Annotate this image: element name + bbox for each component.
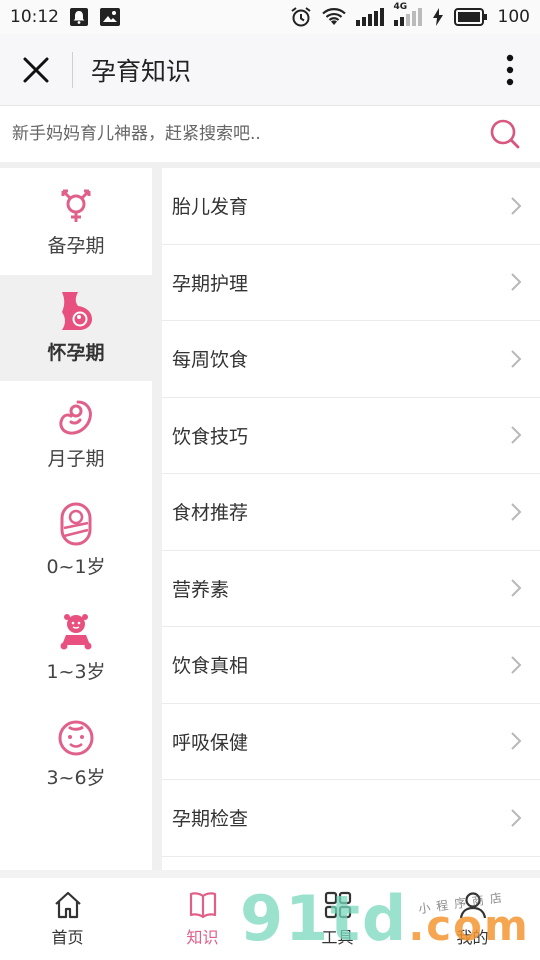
- user-icon: [459, 892, 486, 919]
- gender-icon: [61, 189, 91, 222]
- list-item-label: 每周饮食: [172, 349, 249, 372]
- swaddled-baby-icon: [60, 502, 92, 546]
- sidebar-item-label: 3~6岁: [46, 767, 106, 790]
- signal-icon: [355, 8, 384, 26]
- sidebar-item-label: 备孕期: [47, 234, 105, 257]
- sidebar-item-toddler[interactable]: 1~3岁: [0, 594, 152, 701]
- sidebar-item-label: 怀孕期: [47, 342, 105, 365]
- pregnant-icon: [62, 292, 92, 331]
- list-item[interactable]: 胎儿发育: [162, 168, 540, 245]
- home-icon: [54, 891, 81, 919]
- chevron-right-icon: [511, 503, 522, 521]
- chevron-right-icon: [511, 579, 522, 597]
- list-item-label: 饮食真相: [172, 655, 249, 678]
- close-button[interactable]: [0, 34, 72, 106]
- chevron-right-icon: [511, 350, 522, 368]
- sidebar-item-confinement[interactable]: 月子期: [0, 381, 152, 488]
- image-icon: [99, 7, 121, 27]
- sidebar-item-label: 1~3岁: [46, 660, 106, 683]
- close-icon: [23, 57, 49, 82]
- list-item-label: 呼吸保健: [172, 731, 249, 754]
- sidebar-divider: [152, 168, 162, 870]
- list-item-label: 食材推荐: [172, 502, 249, 525]
- topic-list: 胎儿发育 孕期护理 每周饮食 饮食技巧 食材推荐 营养素 饮食真相 呼吸保健 孕…: [162, 168, 540, 870]
- tab-label: 首页: [51, 928, 84, 947]
- wifi-icon: [321, 7, 346, 27]
- child-face-icon: [58, 720, 94, 756]
- sidebar-item-label: 月子期: [47, 447, 105, 470]
- tab-label: 工具: [321, 928, 354, 947]
- list-item-label: 孕期护理: [172, 272, 249, 295]
- signal-4g-icon: 4G: [393, 2, 422, 26]
- title-bar: 孕育知识: [0, 34, 540, 106]
- tab-knowledge[interactable]: 知识: [135, 878, 270, 960]
- list-item[interactable]: 饮食真相: [162, 627, 540, 704]
- list-item[interactable]: 营养素: [162, 551, 540, 627]
- search-input[interactable]: [10, 113, 470, 155]
- bottom-tab-bar: 首页 知识 工具 我的: [0, 878, 540, 960]
- search-icon: [490, 119, 520, 149]
- toddler-icon: [60, 613, 92, 650]
- list-item[interactable]: 食材推荐: [162, 474, 540, 551]
- list-item[interactable]: 孕期护理: [162, 245, 540, 321]
- fetus-icon: [59, 400, 92, 435]
- battery-icon: [453, 8, 488, 26]
- status-time: 10:12: [10, 7, 59, 27]
- chevron-right-icon: [511, 197, 522, 215]
- tab-label: 知识: [186, 928, 219, 947]
- title-divider: [72, 51, 73, 88]
- grid-icon: [324, 891, 351, 919]
- tab-tools[interactable]: 工具: [270, 878, 405, 960]
- page-title: 孕育知识: [91, 56, 192, 86]
- status-bar: 10:12 4G 100: [0, 0, 540, 34]
- search-button[interactable]: [470, 106, 540, 162]
- list-item[interactable]: 孕期检查: [162, 780, 540, 857]
- list-item-label: 饮食技巧: [172, 425, 249, 448]
- chevron-right-icon: [511, 426, 522, 444]
- tab-label: 我的: [456, 928, 489, 947]
- tab-home[interactable]: 首页: [0, 878, 135, 960]
- book-icon: [189, 892, 216, 919]
- chevron-right-icon: [511, 732, 522, 750]
- sidebar-item-label: 0~1岁: [46, 556, 106, 579]
- list-item-label: 营养素: [172, 578, 230, 601]
- list-item[interactable]: 呼吸保健: [162, 704, 540, 780]
- notification-bell-icon: [69, 7, 89, 27]
- network-type-label: 4G: [393, 2, 408, 12]
- chevron-right-icon: [511, 809, 522, 827]
- battery-level: 100: [497, 7, 530, 27]
- sidebar-item-pregnancy[interactable]: 怀孕期: [0, 274, 152, 381]
- sidebar-item-preparing[interactable]: 备孕期: [0, 168, 152, 275]
- chevron-right-icon: [511, 273, 522, 291]
- list-item[interactable]: 饮食技巧: [162, 398, 540, 474]
- tab-profile[interactable]: 我的: [405, 878, 540, 960]
- category-sidebar: 备孕期 怀孕期 月子期 0~1岁 1~3岁 3~6岁: [0, 168, 152, 870]
- search-bar: [0, 106, 540, 162]
- list-item-label: 孕期检查: [172, 808, 249, 831]
- chevron-right-icon: [511, 656, 522, 674]
- sidebar-item-child[interactable]: 3~6岁: [0, 701, 152, 808]
- list-item[interactable]: 每周饮食: [162, 321, 540, 398]
- charging-icon: [432, 8, 444, 26]
- list-item-label: 胎儿发育: [172, 196, 249, 219]
- alarm-icon: [290, 6, 312, 28]
- more-vertical-icon: [506, 54, 514, 85]
- sidebar-item-infant[interactable]: 0~1岁: [0, 488, 152, 595]
- tabbar-divider: [0, 870, 540, 878]
- more-options-button[interactable]: [480, 34, 540, 106]
